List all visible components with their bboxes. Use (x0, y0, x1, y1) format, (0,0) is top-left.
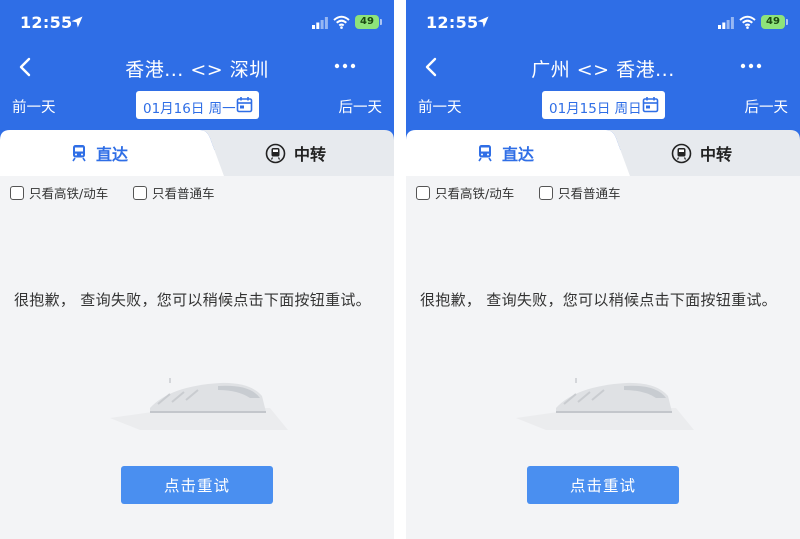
status-time: 12:55 (426, 13, 479, 32)
filter-normal-label: 只看普通车 (558, 186, 621, 201)
back-icon[interactable] (16, 57, 34, 77)
filter-normal[interactable]: 只看普通车 (539, 183, 621, 202)
filter-normal-label: 只看普通车 (152, 186, 215, 201)
status-bar: 12:55 49 (0, 0, 394, 44)
back-icon[interactable] (422, 57, 440, 77)
date-picker[interactable]: 01月15日 周日 (542, 91, 665, 119)
retry-button[interactable]: 点击重试 (527, 466, 679, 504)
tab-background (0, 130, 394, 176)
location-arrow-icon (477, 16, 489, 28)
screen-left: 12:55 49 香港... <> 深圳 前一天 01月16日 周一 后一天 直… (0, 0, 394, 539)
error-message: 很抱歉， 查询失败，您可以稍候点击下面按钮重试。 (14, 291, 371, 309)
next-day-button[interactable]: 后一天 (745, 96, 789, 117)
filter-normal[interactable]: 只看普通车 (133, 183, 215, 202)
error-message: 很抱歉， 查询失败，您可以稍候点击下面按钮重试。 (420, 291, 777, 309)
date-picker[interactable]: 01月16日 周一 (136, 91, 259, 119)
screen-right: 12:55 49 广州 <> 香港... 前一天 01月15日 周日 后一天 直… (406, 0, 800, 539)
battery-cap (786, 19, 788, 25)
tab-transfer-label: 中转 (294, 145, 327, 164)
prev-day-button[interactable]: 前一天 (418, 96, 462, 117)
train-illustration (110, 378, 288, 430)
battery-indicator: 49 (355, 15, 379, 29)
filter-high-speed[interactable]: 只看高铁/动车 (10, 183, 108, 202)
tab-direct[interactable]: 直达 (476, 130, 534, 176)
retry-button[interactable]: 点击重试 (121, 466, 273, 504)
prev-day-button[interactable]: 前一天 (12, 96, 56, 117)
status-time: 12:55 (20, 13, 73, 32)
checkbox[interactable] (539, 185, 553, 200)
train-icon (478, 145, 492, 162)
wifi-icon (333, 15, 350, 29)
checkbox[interactable] (133, 185, 147, 200)
tab-direct-label: 直达 (502, 145, 535, 164)
tab-background (406, 130, 800, 176)
battery-cap (380, 19, 382, 25)
tab-bar: 直达 中转 (0, 130, 394, 176)
checkbox[interactable] (10, 185, 24, 200)
train-illustration (516, 378, 694, 430)
train-icon (72, 145, 86, 162)
selected-date: 01月16日 周一 (143, 101, 236, 117)
checkbox[interactable] (416, 185, 430, 200)
battery-indicator: 49 (761, 15, 785, 29)
tab-direct-label: 直达 (96, 145, 129, 164)
route-title: 香港... <> 深圳 (125, 59, 269, 81)
signal-icon (718, 17, 734, 29)
more-icon[interactable] (333, 61, 357, 71)
calendar-icon (642, 97, 659, 113)
filter-high-speed[interactable]: 只看高铁/动车 (416, 183, 514, 202)
filter-high-speed-label: 只看高铁/动车 (435, 186, 515, 201)
tab-transfer[interactable]: 中转 (671, 130, 732, 176)
next-day-button[interactable]: 后一天 (339, 96, 383, 117)
calendar-icon (236, 97, 253, 113)
tab-bar: 直达 中转 (406, 130, 800, 176)
filter-high-speed-label: 只看高铁/动车 (29, 186, 109, 201)
tab-direct[interactable]: 直达 (70, 130, 128, 176)
wifi-icon (739, 15, 756, 29)
status-bar: 12:55 49 (406, 0, 800, 44)
tab-transfer-label: 中转 (700, 145, 733, 164)
transfer-icon (265, 143, 286, 163)
signal-icon (312, 17, 328, 29)
selected-date: 01月15日 周日 (549, 101, 642, 117)
more-icon[interactable] (739, 61, 763, 71)
transfer-icon (671, 143, 692, 163)
route-title: 广州 <> 香港... (531, 59, 675, 81)
tab-transfer[interactable]: 中转 (265, 130, 326, 176)
location-arrow-icon (71, 16, 83, 28)
